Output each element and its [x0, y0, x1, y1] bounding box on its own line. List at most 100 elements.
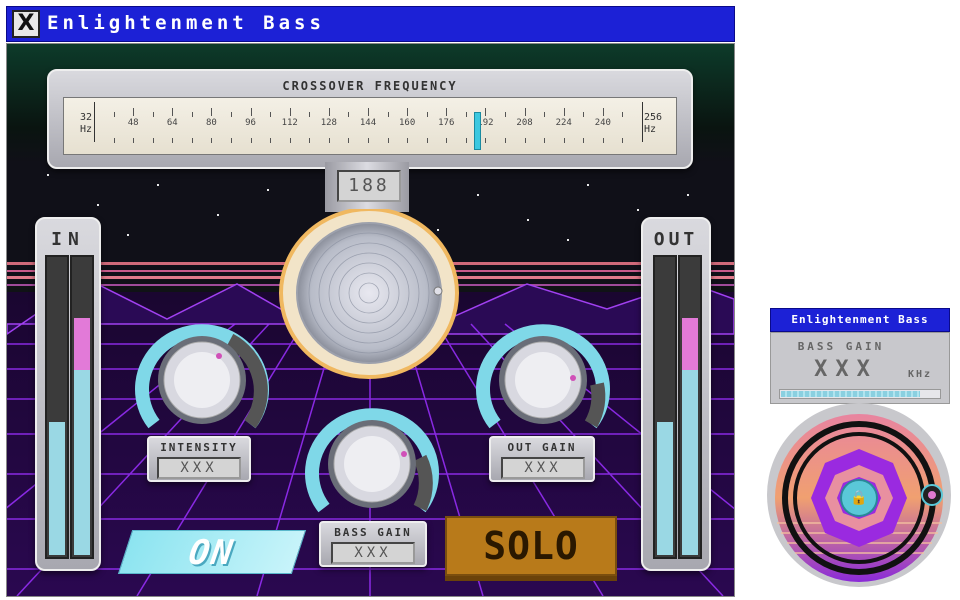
scale-tick-bottom: [563, 138, 565, 143]
out-meter-label: OUT: [653, 229, 699, 250]
scale-min-label: 32: [79, 112, 92, 123]
mini-level-fill: [781, 391, 921, 397]
intensity-value: XXX: [157, 457, 241, 479]
scale-tick-bottom: [113, 138, 115, 143]
scale-tick: [524, 108, 526, 116]
scale-tick-bottom: [152, 138, 154, 143]
scale-right-edge: [642, 102, 643, 142]
scale-tick-bottom: [289, 138, 291, 143]
bass-gain-value: XXX: [331, 542, 415, 564]
in-meter-label: IN: [51, 229, 85, 250]
scale-tick-bottom: [446, 138, 448, 143]
solo-button-label: SOLO: [483, 524, 579, 568]
frequency-scale[interactable]: 32 Hz 256 Hz 48 64 80 96 112 128 144 160 176 192 2…: [63, 97, 677, 155]
solo-button[interactable]: SOLO: [445, 516, 617, 576]
mini-unit: KHz: [908, 369, 933, 380]
window-title: Enlightenment Bass: [47, 12, 325, 34]
in-meter-panel: IN: [35, 217, 101, 571]
scale-tick-label: 208: [516, 118, 533, 128]
scale-tick: [289, 108, 291, 116]
main-window: X Enlightenment Bass CROSSOVER FREQUENCY…: [0, 0, 738, 600]
mini-title-bar: Enlightenment Bass: [770, 308, 950, 332]
scale-tick-label: 64: [166, 118, 178, 128]
scale-tick-bottom: [544, 138, 546, 143]
scale-tick-label: 80: [206, 118, 217, 128]
scale-tick: [250, 108, 252, 116]
scale-tick: [172, 108, 174, 116]
scale-tick: [407, 108, 409, 116]
scale-tick: [270, 112, 272, 117]
in-meter-right-track: [70, 255, 94, 559]
scale-tick-label: 128: [320, 118, 337, 128]
scale-tick-bottom: [231, 138, 232, 143]
lock-icon[interactable]: 🔒: [850, 489, 868, 507]
close-icon[interactable]: X: [12, 10, 40, 38]
scale-tick: [113, 112, 115, 117]
scale-tick-bottom: [368, 138, 369, 143]
scale-tick: [348, 112, 350, 117]
crossover-panel: CROSSOVER FREQUENCY 32 Hz 256 Hz 48 64 80 9…: [47, 69, 693, 169]
scale-tick: [387, 112, 389, 117]
scale-tick: [602, 108, 604, 116]
scale-tick-bottom: [270, 138, 272, 143]
scale-tick: [211, 108, 213, 116]
scale-tick-bottom: [133, 138, 135, 143]
mini-window-title: Enlightenment Bass: [791, 313, 929, 326]
scale-tick: [368, 108, 369, 116]
scale-tick: [426, 112, 428, 117]
intensity-knob-icon[interactable]: [132, 312, 272, 442]
scale-tick-bottom: [622, 138, 624, 143]
in-meter-right-fill: [74, 318, 90, 555]
mini-label: BASS GAIN: [797, 340, 885, 353]
scale-tick-bottom: [211, 138, 213, 143]
crossover-label: CROSSOVER FREQUENCY: [282, 79, 458, 93]
scale-tick-label: 144: [359, 118, 377, 128]
scale-tick: [505, 112, 506, 117]
scale-tick-bottom: [250, 138, 252, 143]
scale-tick-bottom: [328, 138, 330, 143]
out-meter-right-fill: [682, 318, 698, 555]
scale-tick-label: 224: [555, 118, 572, 128]
crossover-needle[interactable]: [473, 112, 481, 150]
on-button[interactable]: ON: [117, 530, 307, 574]
scale-tick-label: 112: [281, 118, 298, 128]
intensity-readout: INTENSITY XXX: [147, 436, 251, 482]
scale-tick-bottom: [602, 138, 604, 143]
plugin-scene: CROSSOVER FREQUENCY 32 Hz 256 Hz 48 64 80 9…: [6, 43, 735, 597]
scale-tick: [544, 112, 546, 117]
scale-tick-bottom: [348, 138, 350, 143]
scale-tick-bottom: [191, 138, 193, 143]
scale-tick-bottom: [172, 138, 174, 143]
on-button-label: ON: [186, 533, 238, 573]
out-gain-knob-icon[interactable]: [473, 312, 613, 442]
in-meter-left-fill: [49, 421, 65, 555]
scale-tick: [446, 108, 448, 116]
scale-tick: [563, 108, 565, 116]
bass-gain-label: BASS GAIN: [334, 526, 412, 539]
out-meter-left-track: [653, 255, 677, 559]
out-gain-label: OUT GAIN: [507, 441, 577, 454]
mini-level-track[interactable]: [779, 389, 941, 399]
scale-tick-bottom: [505, 138, 506, 143]
in-meter-left-track: [45, 255, 69, 559]
scale-tick-label: 96: [245, 118, 256, 128]
crossover-value-display: 188: [337, 170, 401, 202]
scale-tick-bottom: [407, 138, 409, 143]
out-meter-right-track: [678, 255, 702, 559]
scale-min-unit: Hz: [79, 124, 92, 135]
crossover-knob-icon[interactable]: [279, 209, 459, 379]
scale-tick: [583, 112, 585, 117]
scale-tick: [133, 108, 135, 116]
mini-readout-panel: BASS GAIN XXX KHz: [770, 332, 950, 404]
mini-window: Enlightenment Bass BASS GAIN XXX KHz 🔒: [767, 305, 952, 593]
scale-tick-label: 160: [399, 118, 416, 128]
scale-tick-label: 176: [438, 118, 455, 128]
intensity-label: INTENSITY: [160, 441, 238, 454]
scale-tick: [485, 108, 487, 116]
scale-tick-bottom: [465, 138, 467, 143]
bass-gain-knob-icon[interactable]: [302, 396, 442, 526]
out-gain-value: XXX: [501, 457, 585, 479]
scale-tick-label: 240: [594, 118, 611, 128]
title-bar: X Enlightenment Bass: [6, 6, 735, 42]
scale-max-unit: Hz: [644, 124, 657, 135]
